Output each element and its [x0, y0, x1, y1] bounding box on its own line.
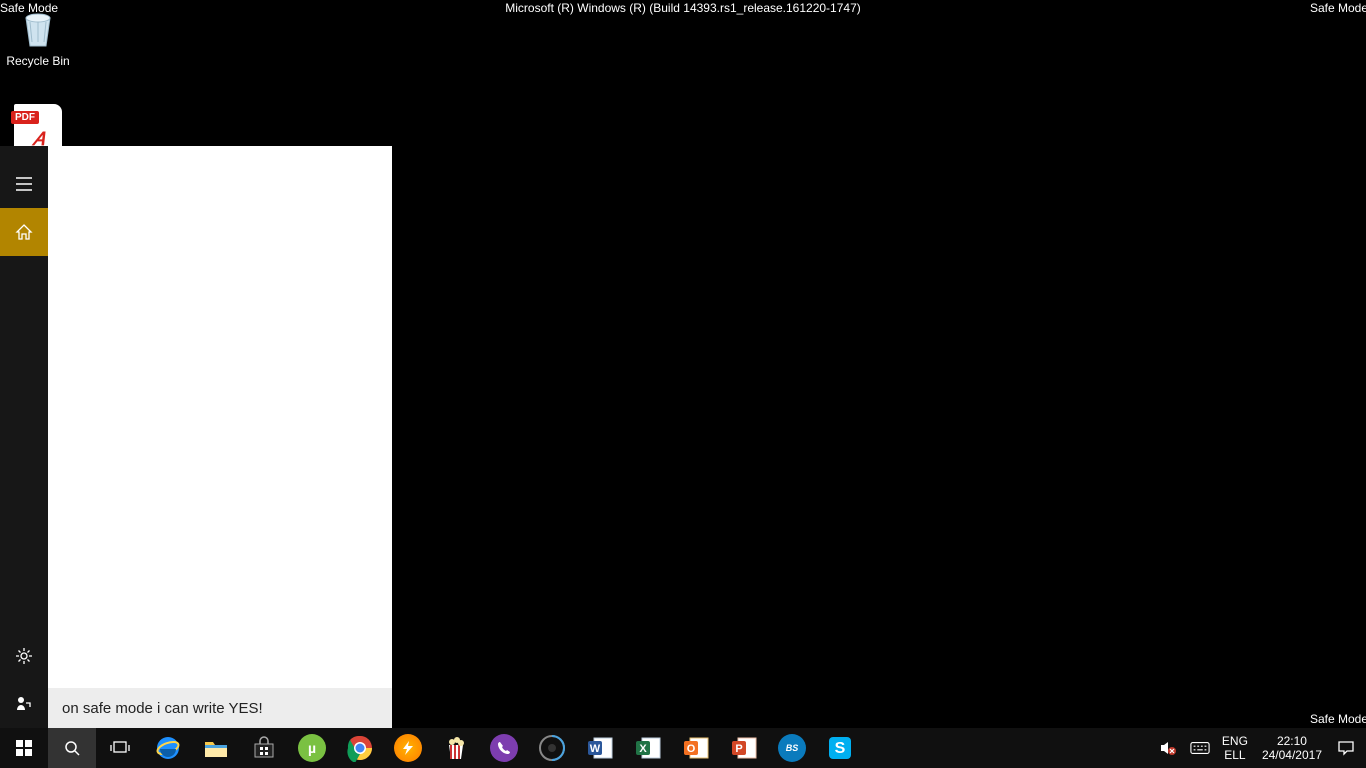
phone-icon: [490, 734, 518, 762]
language-primary: ENG: [1222, 734, 1248, 748]
start-search-panel: [0, 146, 392, 728]
clock-time: 22:10: [1277, 734, 1307, 748]
skype-icon[interactable]: S: [816, 728, 864, 768]
system-tray: ENG ELL 22:10 24/04/2017: [1152, 728, 1366, 768]
daemon-tools-icon[interactable]: [384, 728, 432, 768]
bluestacks-icon[interactable]: BS: [768, 728, 816, 768]
start-button[interactable]: [0, 728, 48, 768]
svg-text:O: O: [687, 743, 696, 755]
search-button[interactable]: [48, 728, 96, 768]
svg-text:S: S: [835, 740, 846, 757]
powerpoint-icon[interactable]: P: [720, 728, 768, 768]
hamburger-menu-button[interactable]: [0, 160, 48, 208]
settings-button[interactable]: [0, 632, 48, 680]
chrome-icon[interactable]: [336, 728, 384, 768]
lightning-icon: [394, 734, 422, 762]
svg-text:P: P: [735, 743, 742, 755]
taskbar: µ W X O P BS S: [0, 728, 1366, 768]
recycle-bin-icon: [14, 4, 62, 52]
excel-icon[interactable]: X: [624, 728, 672, 768]
pdf-file-icon: PDF 𝐴: [14, 104, 62, 152]
action-center-icon[interactable]: [1330, 728, 1362, 768]
volume-muted-icon[interactable]: [1152, 728, 1184, 768]
internet-explorer-icon[interactable]: [144, 728, 192, 768]
search-input[interactable]: [48, 688, 392, 728]
home-button[interactable]: [0, 208, 48, 256]
clock-date: 24/04/2017: [1262, 748, 1322, 762]
keyboard-icon[interactable]: [1184, 728, 1216, 768]
clock[interactable]: 22:10 24/04/2017: [1254, 728, 1330, 768]
recycle-bin-label: Recycle Bin: [0, 54, 76, 68]
outlook-icon[interactable]: O: [672, 728, 720, 768]
safe-mode-label-bottom-right: Safe Mode: [1310, 712, 1366, 726]
feedback-button[interactable]: [0, 680, 48, 728]
task-view-button[interactable]: [96, 728, 144, 768]
viber-icon[interactable]: [480, 728, 528, 768]
pdf-desktop-icon[interactable]: PDF 𝐴: [0, 104, 76, 152]
svg-text:X: X: [639, 743, 647, 755]
windows-build-label: Microsoft (R) Windows (R) (Build 14393.r…: [505, 1, 861, 15]
pdf-badge: PDF: [11, 111, 39, 124]
safe-mode-label-top-right: Safe Mode: [1310, 1, 1366, 15]
file-explorer-icon[interactable]: [192, 728, 240, 768]
utorrent-glyph: µ: [298, 734, 326, 762]
utorrent-icon[interactable]: µ: [288, 728, 336, 768]
search-results-area: [48, 146, 392, 688]
word-icon[interactable]: W: [576, 728, 624, 768]
media-app-icon[interactable]: [528, 728, 576, 768]
language-secondary: ELL: [1224, 748, 1245, 762]
popcorn-time-icon[interactable]: [432, 728, 480, 768]
search-results-container: [48, 146, 392, 728]
language-indicator[interactable]: ENG ELL: [1216, 728, 1254, 768]
microsoft-store-icon[interactable]: [240, 728, 288, 768]
bluestacks-glyph: BS: [778, 734, 806, 762]
start-rail: [0, 146, 48, 728]
svg-text:W: W: [590, 743, 601, 755]
recycle-bin-desktop-icon[interactable]: Recycle Bin: [0, 4, 76, 68]
